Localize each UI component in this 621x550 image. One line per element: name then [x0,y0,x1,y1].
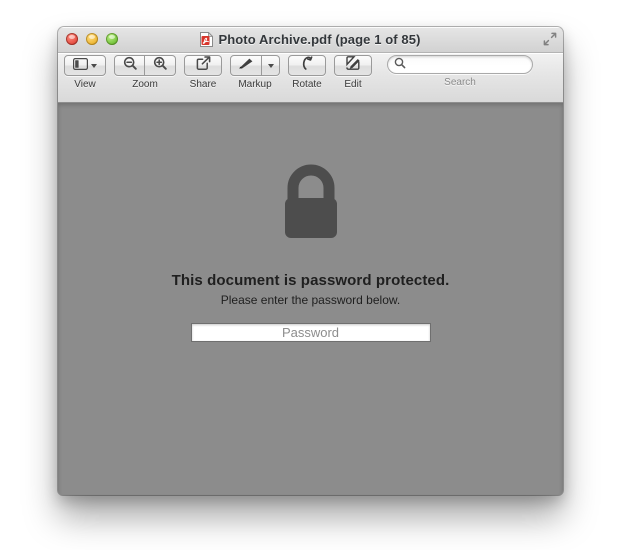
window-titlebar[interactable]: Photo Archive.pdf (page 1 of 85) [58,27,563,53]
password-instruction-message: Please enter the password below. [220,293,401,307]
password-input[interactable]: Password [190,323,431,342]
edit-pencil-icon [345,56,361,75]
zoom-out-button[interactable] [114,55,145,76]
zoom-in-button[interactable] [145,55,176,76]
markup-options-button[interactable] [262,55,280,76]
document-content-area: This document is password protected. Ple… [58,103,563,495]
zoom-in-icon [153,56,167,75]
sidebar-panel-icon [73,57,89,75]
toolbar-group-rotate: Rotate [288,55,326,90]
markup-button-label: Markup [238,79,272,90]
preview-window: Photo Archive.pdf (page 1 of 85) View Zo… [58,27,563,495]
chevron-down-icon [91,63,97,68]
zoom-group-label: Zoom [132,79,158,90]
minimize-button[interactable] [86,33,98,45]
chevron-down-icon [267,63,274,68]
page-title: Photo Archive.pdf (page 1 of 85) [218,32,421,47]
pdf-file-icon [200,31,214,47]
maximize-button[interactable] [106,33,118,45]
share-button-label: Share [189,79,217,90]
view-button[interactable] [64,55,106,76]
close-button[interactable] [66,33,78,45]
rotate-left-icon [300,55,314,76]
toolbar-group-markup: Markup [230,55,280,90]
fullscreen-expand-icon[interactable] [543,32,557,46]
search-field-label: Search [444,77,476,88]
zoom-out-icon [123,56,137,75]
edit-button[interactable] [334,55,372,76]
toolbar-group-share: Share [184,55,222,90]
window-toolbar: View Zoom Share Markup Rotate Edit Searc… [58,53,563,103]
markup-button[interactable] [230,55,262,76]
rotate-button-label: Rotate [292,79,322,90]
toolbar-group-edit: Edit [334,55,372,90]
toolbar-group-search: Search [387,55,533,88]
search-input[interactable] [387,55,533,74]
window-title-group: Photo Archive.pdf (page 1 of 85) [58,27,563,52]
password-placeholder-text: Password [281,325,340,340]
markup-pen-icon [238,57,254,75]
password-protected-message: This document is password protected. [171,272,450,289]
view-button-label: View [74,79,96,90]
rotate-button[interactable] [288,55,326,76]
toolbar-group-zoom: Zoom [114,55,176,90]
search-magnifier-icon [394,56,406,74]
padlock-locked-icon [278,164,344,247]
toolbar-group-view: View [64,55,106,90]
traffic-light-group [66,33,118,45]
share-export-icon [196,56,211,75]
edit-button-label: Edit [344,79,362,90]
share-button[interactable] [184,55,222,76]
